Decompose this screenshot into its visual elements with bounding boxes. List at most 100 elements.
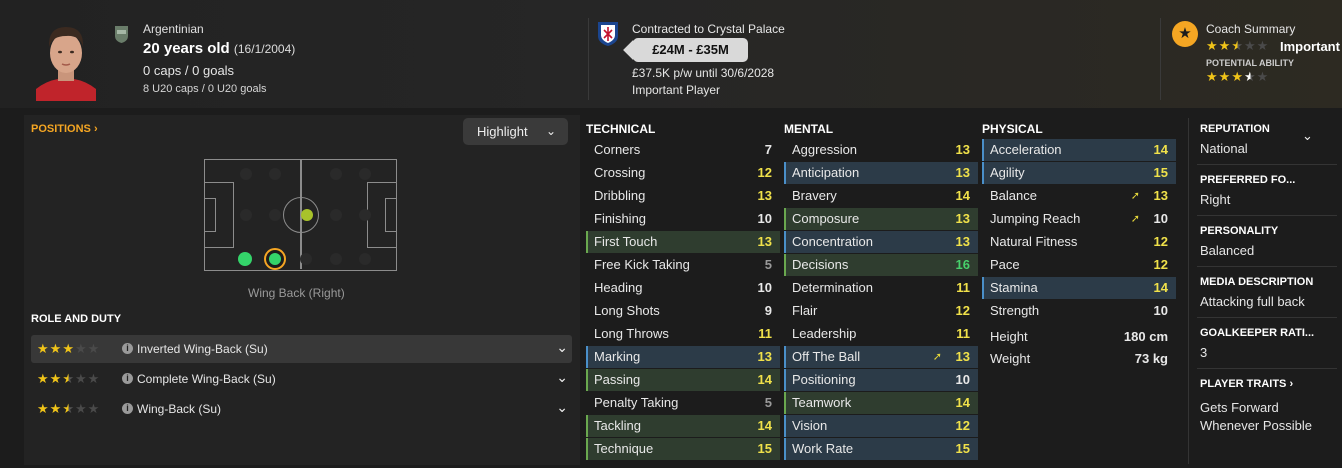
goalkeeper-rating-value: 3 bbox=[1200, 345, 1208, 360]
nation-crest-icon bbox=[115, 26, 128, 43]
attribute-value: 10 bbox=[757, 280, 772, 295]
personality-value: Balanced bbox=[1200, 243, 1255, 258]
attribute-name: Aggression bbox=[792, 142, 858, 157]
chevron-down-icon[interactable]: ⌄ bbox=[556, 339, 568, 356]
attribute-name: Strength bbox=[990, 303, 1040, 318]
technical-attribute-row[interactable]: Finishing 10 bbox=[586, 208, 780, 230]
role-rating-stars: ★★★★★ bbox=[37, 341, 101, 356]
transfer-value-badge[interactable]: £24M - £35M bbox=[633, 38, 748, 62]
attribute-value: 13 bbox=[757, 188, 772, 203]
physical-attribute-row[interactable]: Pace 12 bbox=[982, 254, 1176, 276]
role-rating-stars: ★★★★★ bbox=[37, 371, 101, 386]
preferred-foot-header: PREFERRED FO... bbox=[1200, 174, 1296, 186]
attribute-value: 15 bbox=[955, 441, 970, 456]
technical-attribute-row[interactable]: Tackling 14 bbox=[586, 415, 780, 437]
attribute-value: 13 bbox=[757, 349, 772, 364]
mental-attribute-row[interactable]: Concentration 13 bbox=[784, 231, 978, 253]
attribute-name: Work Rate bbox=[792, 441, 854, 456]
chevron-down-icon: ⌄ bbox=[545, 124, 556, 138]
technical-attribute-row[interactable]: Crossing 12 bbox=[586, 162, 780, 184]
mental-attribute-row[interactable]: Bravery 14 bbox=[784, 185, 978, 207]
technical-attribute-row[interactable]: Free Kick Taking 5 bbox=[586, 254, 780, 276]
position-marker-dm bbox=[301, 209, 313, 221]
mental-attribute-row[interactable]: Work Rate 15 bbox=[784, 438, 978, 460]
info-icon[interactable]: i bbox=[122, 343, 133, 354]
chevron-down-icon[interactable]: ⌄ bbox=[1302, 128, 1313, 144]
physical-attribute-row[interactable]: Stamina 14 bbox=[982, 277, 1176, 299]
attribute-value: 11 bbox=[758, 326, 772, 341]
attribute-value: 13 bbox=[955, 211, 970, 226]
highlight-dropdown[interactable]: Highlight ⌄ bbox=[463, 118, 568, 145]
attribute-name: Anticipation bbox=[792, 165, 860, 180]
positions-link[interactable]: POSITIONS › bbox=[31, 123, 98, 135]
reputation-header: REPUTATION bbox=[1200, 123, 1270, 135]
attribute-value: 10 bbox=[1153, 303, 1168, 318]
physical-header: PHYSICAL bbox=[982, 122, 1043, 136]
mental-attribute-row[interactable]: Decisions 16 bbox=[784, 254, 978, 276]
player-traits-link[interactable]: PLAYER TRAITS › bbox=[1200, 378, 1293, 390]
chevron-down-icon[interactable]: ⌄ bbox=[556, 399, 568, 416]
attribute-value: 13 bbox=[757, 234, 772, 249]
info-icon[interactable]: i bbox=[122, 403, 133, 414]
physical-attribute-row[interactable]: Balance ➚ 13 bbox=[982, 185, 1176, 207]
position-marker-wb bbox=[238, 252, 252, 266]
chevron-down-icon[interactable]: ⌄ bbox=[556, 369, 568, 386]
attribute-value: 13 bbox=[955, 234, 970, 249]
goalkeeper-rating-header: GOALKEEPER RATI... bbox=[1200, 327, 1315, 339]
technical-attribute-row[interactable]: Corners 7 bbox=[586, 139, 780, 161]
mental-attribute-row[interactable]: Teamwork 14 bbox=[784, 392, 978, 414]
technical-attribute-row[interactable]: Passing 14 bbox=[586, 369, 780, 391]
attribute-value: 13 bbox=[1153, 188, 1168, 203]
mental-attribute-row[interactable]: Leadership 11 bbox=[784, 323, 978, 345]
header-divider bbox=[1160, 18, 1161, 100]
attribute-value: 14 bbox=[1153, 280, 1168, 295]
mental-attribute-row[interactable]: Composure 13 bbox=[784, 208, 978, 230]
role-row[interactable]: ★★★★★ i Complete Wing-Back (Su) ⌄ bbox=[31, 365, 572, 393]
attribute-name: Heading bbox=[594, 280, 643, 295]
trend-arrow-icon: ➚ bbox=[1130, 213, 1140, 225]
mental-attribute-row[interactable]: Vision 12 bbox=[784, 415, 978, 437]
technical-attribute-row[interactable]: Technique 15 bbox=[586, 438, 780, 460]
attribute-name: Bravery bbox=[792, 188, 837, 203]
wage-contract: £37.5K p/w until 30/6/2028 bbox=[632, 66, 775, 80]
mental-attribute-row[interactable]: Off The Ball ➚ 13 bbox=[784, 346, 978, 368]
physical-attribute-row[interactable]: Acceleration 14 bbox=[982, 139, 1176, 161]
attribute-value: 9 bbox=[764, 303, 772, 318]
mental-attribute-row[interactable]: Anticipation 13 bbox=[784, 162, 978, 184]
attribute-value: 10 bbox=[1153, 211, 1168, 226]
physical-attribute-row[interactable]: Natural Fitness 12 bbox=[982, 231, 1176, 253]
mental-attribute-row[interactable]: Flair 12 bbox=[784, 300, 978, 322]
personality-header: PERSONALITY bbox=[1200, 225, 1279, 237]
mental-attribute-row[interactable]: Aggression 13 bbox=[784, 139, 978, 161]
role-row[interactable]: ★★★★★ i Wing-Back (Su) ⌄ bbox=[31, 395, 572, 423]
player-photo bbox=[36, 19, 96, 101]
technical-attribute-row[interactable]: Dribbling 13 bbox=[586, 185, 780, 207]
technical-header: TECHNICAL bbox=[586, 122, 656, 136]
potential-ability-label: POTENTIAL ABILITY bbox=[1206, 58, 1295, 68]
technical-attribute-row[interactable]: First Touch 13 bbox=[586, 231, 780, 253]
technical-attribute-row[interactable]: Penalty Taking 5 bbox=[586, 392, 780, 414]
attribute-value: 15 bbox=[757, 441, 772, 456]
info-icon[interactable]: i bbox=[122, 373, 133, 384]
physical-attribute-row[interactable]: Strength 10 bbox=[982, 300, 1176, 322]
mental-attribute-row[interactable]: Positioning 10 bbox=[784, 369, 978, 391]
preferred-foot-value: Right bbox=[1200, 192, 1231, 207]
attribute-value: 13 bbox=[955, 142, 970, 157]
attribute-value: 12 bbox=[955, 303, 970, 318]
technical-attribute-row[interactable]: Heading 10 bbox=[586, 277, 780, 299]
mental-attribute-row[interactable]: Determination 11 bbox=[784, 277, 978, 299]
attribute-value: 10 bbox=[955, 372, 970, 387]
player-trait: Whenever Possible bbox=[1200, 418, 1312, 433]
technical-attribute-row[interactable]: Marking 13 bbox=[586, 346, 780, 368]
attribute-name: Stamina bbox=[990, 280, 1038, 295]
technical-attribute-row[interactable]: Long Throws 11 bbox=[586, 323, 780, 345]
attribute-value: 14 bbox=[955, 188, 970, 203]
attribute-value: 14 bbox=[757, 418, 772, 433]
role-row[interactable]: ★★★★★ i Inverted Wing-Back (Su) ⌄ bbox=[31, 335, 572, 363]
physical-attribute-row[interactable]: Agility 15 bbox=[982, 162, 1176, 184]
technical-attribute-row[interactable]: Long Shots 9 bbox=[586, 300, 780, 322]
attribute-name: Decisions bbox=[792, 257, 849, 272]
trend-arrow-icon: ➚ bbox=[932, 351, 942, 363]
physical-attribute-row[interactable]: Jumping Reach ➚ 10 bbox=[982, 208, 1176, 230]
attribute-name: Flair bbox=[792, 303, 818, 318]
